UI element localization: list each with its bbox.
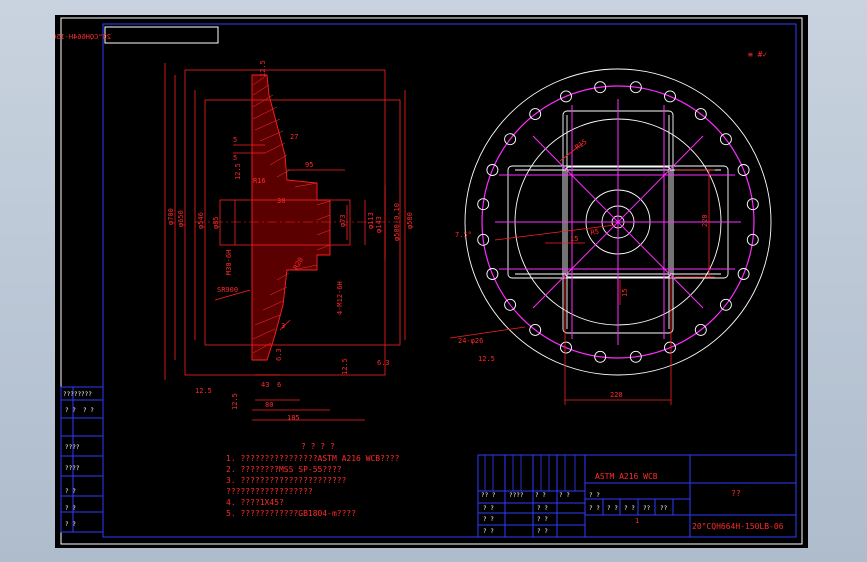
svg-text:220: 220 — [701, 214, 709, 227]
svg-text:φ700: φ700 — [167, 208, 175, 225]
svg-text:????????: ???????? — [63, 391, 92, 398]
svg-text:M30-6H: M30-6H — [225, 250, 233, 275]
svg-text:43: 43 — [261, 381, 269, 389]
svg-text:φ113: φ113 — [367, 212, 375, 229]
svg-text:? ?: ? ? — [65, 488, 76, 495]
svg-text:6: 6 — [277, 381, 281, 389]
svg-text:4-M12-6H: 4-M12-6H — [336, 281, 344, 315]
svg-text:95: 95 — [305, 161, 313, 169]
svg-text:2. ????????MSS SP-55????: 2. ????????MSS SP-55???? — [226, 465, 342, 474]
svg-text:? ?: ? ? — [65, 521, 76, 528]
svg-text:????: ???? — [509, 492, 524, 499]
svg-text:??: ?? — [731, 489, 741, 498]
svg-text:27: 27 — [290, 133, 298, 141]
outer-frame — [60, 17, 803, 545]
svg-text:R5: R5 — [590, 228, 600, 237]
svg-text:? ?: ? ? — [83, 407, 94, 414]
svg-text:3: 3 — [281, 322, 285, 330]
svg-text:6.3: 6.3 — [377, 359, 390, 367]
svg-text:80: 80 — [265, 401, 273, 409]
section-profile — [251, 74, 331, 361]
svg-text:φ143: φ143 — [375, 216, 383, 233]
svg-text:? ?: ? ? — [483, 516, 494, 523]
svg-text:φ85: φ85 — [212, 216, 220, 229]
svg-text:φ500-0.10: φ500-0.10 — [393, 203, 401, 241]
svg-text:7.5°: 7.5° — [455, 231, 472, 239]
svg-text:? ?: ? ? — [535, 492, 546, 499]
svg-text:5: 5 — [233, 136, 237, 144]
svg-text:? ?: ? ? — [65, 505, 76, 512]
svg-text:1. ????????????????ASTM A216 W: 1. ????????????????ASTM A216 WCB???? — [226, 454, 400, 463]
svg-text:12.5: 12.5 — [259, 60, 267, 77]
left-revision-table: ???????? ? ? ? ? ???? ???? ? ? ? ? ? ? — [60, 386, 104, 533]
roughness-corner-mark: ≡ #✓ — [748, 50, 767, 59]
svg-text:1: 1 — [635, 517, 639, 525]
svg-text:12.5: 12.5 — [234, 163, 242, 180]
svg-text:φ580: φ580 — [406, 212, 414, 229]
svg-text:? ?: ? ? — [624, 505, 635, 512]
svg-text:6.3: 6.3 — [275, 348, 283, 361]
svg-text:12.5: 12.5 — [341, 358, 349, 375]
svg-text:R16: R16 — [253, 177, 266, 185]
svg-text:? ?: ? ? — [483, 528, 494, 535]
technical-notes: ? ? ? ? 1. ????????????????ASTM A216 WCB… — [226, 442, 400, 518]
svg-text:?? ?: ?? ? — [481, 492, 496, 499]
svg-text:12.5: 12.5 — [231, 393, 239, 410]
svg-text:??: ?? — [643, 505, 651, 512]
drawing-canvas: 20"CQH664H-150LB-06 ≡ #✓ — [55, 17, 803, 545]
svg-text:φ650: φ650 — [177, 210, 185, 227]
cad-viewport[interactable]: 20"CQH664H-150LB-06 ≡ #✓ — [55, 15, 808, 548]
svg-text:12.5: 12.5 — [195, 387, 212, 395]
title-block: ASTM A216 WCB ?? 20"CQH664H-150LB-06 ?? … — [477, 454, 797, 538]
svg-text:20"CQH664H-150LB-06: 20"CQH664H-150LB-06 — [55, 33, 111, 41]
svg-text:φ73: φ73 — [339, 214, 347, 227]
svg-text:5: 5 — [233, 154, 237, 162]
svg-text:? ?: ? ? — [589, 492, 600, 499]
svg-text:? ?: ? ? — [559, 492, 570, 499]
svg-text:? ?: ? ? — [537, 528, 548, 535]
inner-frame — [102, 23, 797, 538]
svg-text:220: 220 — [610, 391, 623, 399]
plan-view: R15 R5 15 15 7.5° 220 220 24-φ26 12.5 — [449, 68, 772, 405]
svg-text:5. ????????????GB1804-m????: 5. ????????????GB1804-m???? — [226, 509, 356, 518]
svg-text:????: ???? — [65, 465, 80, 472]
svg-text:? ?: ? ? — [65, 407, 76, 414]
svg-text:??????????????????: ?????????????????? — [226, 487, 313, 496]
svg-text:12.5: 12.5 — [478, 355, 495, 363]
svg-text:3. ??????????????????????: 3. ?????????????????????? — [226, 476, 347, 485]
svg-text:30: 30 — [277, 197, 285, 205]
svg-text:4. ????1X45?: 4. ????1X45? — [226, 498, 284, 507]
svg-text:? ?: ? ? — [607, 505, 618, 512]
section-view: φ700 φ650 φ546 φ85 φ580 φ500-0.10 φ143 φ… — [164, 60, 414, 422]
svg-text:? ?: ? ? — [483, 505, 494, 512]
mirrored-drawing-number: 20"CQH664H-150LB-06 — [55, 26, 219, 44]
svg-text:? ?: ? ? — [537, 516, 548, 523]
svg-text:ASTM A216 WCB: ASTM A216 WCB — [595, 472, 658, 481]
svg-text:R15: R15 — [574, 138, 589, 152]
svg-text:φ546: φ546 — [197, 212, 205, 229]
svg-text:????: ???? — [65, 444, 80, 451]
svg-text:24-φ26: 24-φ26 — [458, 337, 483, 345]
svg-text:15: 15 — [621, 289, 629, 297]
svg-text:? ? ? ?: ? ? ? ? — [301, 442, 335, 451]
svg-text:15: 15 — [570, 235, 578, 243]
svg-text:? ?: ? ? — [537, 505, 548, 512]
svg-text:??: ?? — [660, 505, 668, 512]
svg-text:185: 185 — [287, 414, 300, 422]
svg-text:? ?: ? ? — [589, 505, 600, 512]
svg-text:20"CQH664H-150LB-06: 20"CQH664H-150LB-06 — [692, 522, 784, 531]
svg-text:SR900: SR900 — [217, 286, 238, 294]
